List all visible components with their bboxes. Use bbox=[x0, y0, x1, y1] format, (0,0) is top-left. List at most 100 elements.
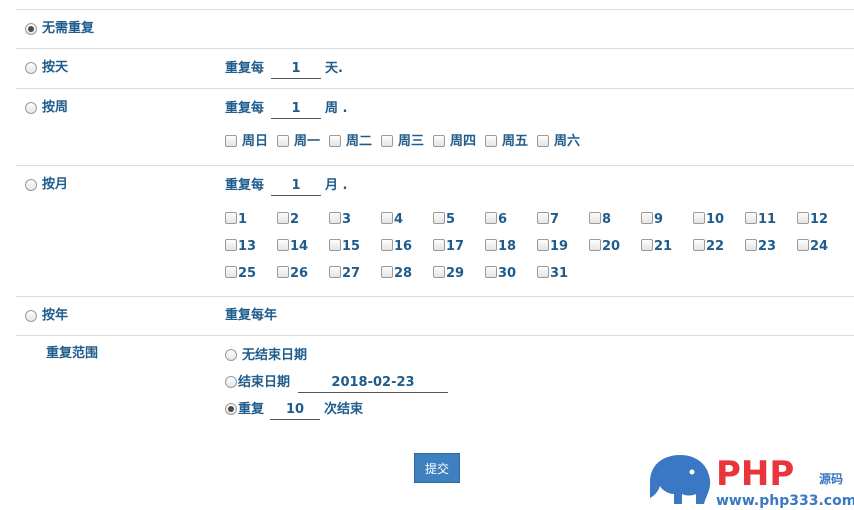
weekday-label: 周二 bbox=[346, 134, 373, 149]
repeat-daily-row: 按天 重复每 天. bbox=[16, 48, 854, 88]
monthday-checkbox[interactable] bbox=[745, 239, 757, 251]
range-end-date-label[interactable]: 结束日期 bbox=[238, 375, 290, 391]
monthday-label: 10 bbox=[706, 212, 725, 227]
monthday-checkbox[interactable] bbox=[485, 239, 497, 251]
repeat-weekly-radio[interactable] bbox=[25, 102, 37, 114]
repeat-none-row: 无需重复 bbox=[16, 9, 854, 48]
end-date-input[interactable] bbox=[298, 373, 448, 393]
monthday-label: 2 bbox=[290, 212, 300, 227]
repeat-yearly-label[interactable]: 按年 bbox=[42, 308, 68, 324]
monthday-checkbox[interactable] bbox=[277, 239, 289, 251]
elephant-logo-icon: PHP 源码 www.php333.com bbox=[650, 454, 854, 509]
monthday-checkbox[interactable] bbox=[797, 239, 809, 251]
weekly-suffix: 周 . bbox=[325, 101, 348, 116]
daily-prefix: 重复每 bbox=[225, 61, 265, 76]
repeat-none-label[interactable]: 无需重复 bbox=[42, 21, 94, 37]
php333-watermark-logo: PHP 源码 www.php333.com bbox=[646, 452, 854, 510]
weekday-label: 周一 bbox=[294, 134, 321, 149]
range-repeat-label[interactable]: 重复 bbox=[238, 402, 264, 418]
yearly-text: 重复每年 bbox=[225, 308, 278, 323]
weekday-checkbox[interactable] bbox=[381, 135, 393, 147]
weekday-label: 周三 bbox=[398, 134, 425, 149]
monthday-label: 22 bbox=[706, 239, 725, 254]
monthday-checkbox[interactable] bbox=[225, 239, 237, 251]
monthday-checkbox[interactable] bbox=[589, 212, 601, 224]
weekday-checkbox[interactable] bbox=[225, 135, 237, 147]
weekday-checkbox[interactable] bbox=[277, 135, 289, 147]
repeat-weekly-label[interactable]: 按周 bbox=[42, 100, 68, 116]
repeat-range-row: 重复范围 无结束日期 结束日期 重复 次结束 bbox=[16, 335, 854, 435]
weekday-label: 周五 bbox=[502, 134, 529, 149]
monthday-checkbox[interactable] bbox=[381, 212, 393, 224]
monthday-checkbox[interactable] bbox=[745, 212, 757, 224]
monthday-checkbox[interactable] bbox=[693, 239, 705, 251]
monthday-label: 24 bbox=[810, 239, 829, 254]
monthday-label: 12 bbox=[810, 212, 829, 227]
monthly-interval-input[interactable] bbox=[271, 176, 321, 196]
monthday-label: 5 bbox=[446, 212, 456, 227]
monthday-label: 1 bbox=[238, 212, 248, 227]
range-no-end-radio[interactable] bbox=[225, 349, 237, 361]
monthday-checkbox[interactable] bbox=[381, 266, 393, 278]
monthday-checkbox[interactable] bbox=[485, 266, 497, 278]
monthday-checkbox[interactable] bbox=[277, 266, 289, 278]
repeat-weekly-row: 按周 重复每 周 . 周日 周一 周二 周三 周四 周五 周六 bbox=[16, 88, 854, 165]
monthday-checkbox[interactable] bbox=[537, 239, 549, 251]
repeat-daily-radio[interactable] bbox=[25, 62, 37, 74]
weekday-checkbox[interactable] bbox=[329, 135, 341, 147]
monthday-checkbox[interactable] bbox=[225, 266, 237, 278]
weekday-checkbox[interactable] bbox=[485, 135, 497, 147]
monthday-checkbox[interactable] bbox=[641, 212, 653, 224]
monthday-checkbox[interactable] bbox=[797, 212, 809, 224]
repeat-monthly-row: 按月 重复每 月 . 12345678910111213141516171819… bbox=[16, 165, 854, 296]
monthday-label: 13 bbox=[238, 239, 257, 254]
range-end-date-radio[interactable] bbox=[225, 376, 237, 388]
repeat-yearly-radio[interactable] bbox=[25, 310, 37, 322]
monthday-label: 23 bbox=[758, 239, 777, 254]
weekday-label: 周四 bbox=[450, 134, 477, 149]
watermark-url: www.php333.com bbox=[716, 493, 854, 509]
monthday-checkbox[interactable] bbox=[589, 239, 601, 251]
monthday-checkbox[interactable] bbox=[537, 266, 549, 278]
monthday-label: 15 bbox=[342, 239, 361, 254]
monthday-label: 19 bbox=[550, 239, 569, 254]
repeat-daily-label[interactable]: 按天 bbox=[42, 60, 68, 76]
monthday-checkbox[interactable] bbox=[433, 266, 445, 278]
monthday-checkbox[interactable] bbox=[433, 212, 445, 224]
monthday-label: 18 bbox=[498, 239, 517, 254]
monthday-checkbox[interactable] bbox=[485, 212, 497, 224]
range-no-end-label[interactable]: 无结束日期 bbox=[242, 348, 307, 364]
monthday-checkbox[interactable] bbox=[693, 212, 705, 224]
weekday-label: 周日 bbox=[242, 134, 269, 149]
monthday-label: 25 bbox=[238, 266, 257, 281]
weekday-checkbox[interactable] bbox=[537, 135, 549, 147]
weekday-label: 周六 bbox=[554, 134, 581, 149]
monthly-prefix: 重复每 bbox=[225, 178, 265, 193]
weekly-interval-input[interactable] bbox=[271, 99, 321, 119]
monthday-checkbox[interactable] bbox=[641, 239, 653, 251]
watermark-cn: 源码 bbox=[819, 471, 843, 486]
monthday-checkbox[interactable] bbox=[329, 212, 341, 224]
monthday-label: 20 bbox=[602, 239, 621, 254]
monthday-checkbox[interactable] bbox=[277, 212, 289, 224]
monthday-checkbox[interactable] bbox=[225, 212, 237, 224]
monthday-label: 26 bbox=[290, 266, 309, 281]
monthday-label: 29 bbox=[446, 266, 465, 281]
daily-interval-input[interactable] bbox=[271, 59, 321, 79]
repeat-count-input[interactable] bbox=[270, 400, 320, 420]
range-repeat-radio[interactable] bbox=[225, 403, 237, 415]
monthday-checkbox[interactable] bbox=[381, 239, 393, 251]
repeat-monthly-label[interactable]: 按月 bbox=[42, 177, 68, 193]
repeat-monthly-radio[interactable] bbox=[25, 179, 37, 191]
range-label: 重复范围 bbox=[46, 346, 99, 361]
monthday-checkbox[interactable] bbox=[537, 212, 549, 224]
submit-button[interactable]: 提交 bbox=[414, 453, 460, 483]
weekday-checkbox[interactable] bbox=[433, 135, 445, 147]
monthday-checkbox[interactable] bbox=[433, 239, 445, 251]
repeat-count-suffix: 次结束 bbox=[324, 402, 364, 417]
weekly-prefix: 重复每 bbox=[225, 101, 265, 116]
monthday-label: 7 bbox=[550, 212, 560, 227]
monthday-checkbox[interactable] bbox=[329, 266, 341, 278]
monthday-checkbox[interactable] bbox=[329, 239, 341, 251]
repeat-none-radio[interactable] bbox=[25, 23, 37, 35]
